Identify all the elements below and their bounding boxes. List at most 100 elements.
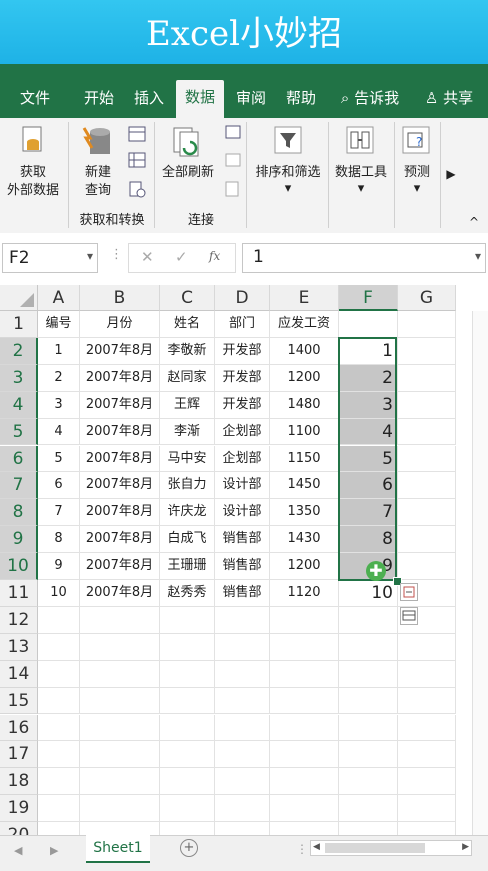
cell[interactable]: 部门 <box>215 311 270 338</box>
cell[interactable] <box>215 633 270 661</box>
cell[interactable] <box>38 633 80 661</box>
row-header-1[interactable]: 1 <box>0 311 38 338</box>
cell[interactable]: 2007年8月 <box>80 418 160 446</box>
cell[interactable]: 马中安 <box>160 445 215 473</box>
row-header-20[interactable]: 20 <box>0 822 38 835</box>
cell[interactable]: 李敬新 <box>160 337 215 365</box>
auto-fill-options-icon[interactable] <box>400 607 418 625</box>
edit-links-icon[interactable] <box>224 180 242 198</box>
cell[interactable]: 2 <box>38 364 80 392</box>
cell[interactable]: 2007年8月 <box>80 364 160 392</box>
cell[interactable]: 1450 <box>270 472 339 500</box>
cell[interactable]: 应发工资 <box>270 311 339 338</box>
cell[interactable] <box>398 445 456 473</box>
sheet-tab-sheet1[interactable]: Sheet1 <box>86 835 150 863</box>
cell[interactable] <box>215 714 270 742</box>
get-external-data-button[interactable]: 获取 外部数据 <box>0 118 66 210</box>
tab-file[interactable]: 文件 <box>10 84 60 118</box>
data-tools-button[interactable]: 数据工具 ▾ <box>330 118 392 210</box>
cell[interactable]: 李渐 <box>160 418 215 446</box>
cell[interactable] <box>398 391 456 419</box>
cell[interactable]: 企划部 <box>215 445 270 473</box>
cell[interactable] <box>339 768 398 796</box>
cell[interactable]: 张自力 <box>160 472 215 500</box>
row-header-9[interactable]: 9 <box>0 526 38 554</box>
cell[interactable] <box>270 741 339 769</box>
cell[interactable] <box>398 418 456 446</box>
cell[interactable] <box>270 687 339 715</box>
cell[interactable]: 9 <box>38 553 80 580</box>
cell[interactable]: 5 <box>38 445 80 473</box>
column-header-b[interactable]: B <box>80 285 160 311</box>
fx-icon[interactable]: fx <box>209 249 220 263</box>
row-header-16[interactable]: 16 <box>0 714 38 742</box>
cell[interactable]: 2007年8月 <box>80 391 160 419</box>
column-header-d[interactable]: D <box>215 285 270 311</box>
vertical-scrollbar[interactable] <box>472 311 488 835</box>
cell[interactable] <box>160 633 215 661</box>
cell[interactable]: 1480 <box>270 391 339 419</box>
cell[interactable] <box>215 687 270 715</box>
cell[interactable] <box>398 499 456 527</box>
cell[interactable]: 编号 <box>38 311 80 338</box>
cell[interactable]: 1200 <box>270 553 339 580</box>
cell[interactable] <box>339 606 398 634</box>
cell[interactable] <box>215 795 270 823</box>
cell[interactable]: 赵同家 <box>160 364 215 392</box>
forecast-button[interactable]: ? 预测 ▾ <box>396 118 438 210</box>
ribbon-scroll-right-icon[interactable]: ▶ <box>444 166 458 183</box>
cell[interactable]: 开发部 <box>215 337 270 365</box>
row-header-10[interactable]: 10 <box>0 553 38 580</box>
cell[interactable] <box>398 337 456 365</box>
cell[interactable] <box>339 633 398 661</box>
cell[interactable]: 2007年8月 <box>80 337 160 365</box>
cell[interactable] <box>160 606 215 634</box>
sort-filter-button[interactable]: 排序和筛选 ▾ <box>250 118 326 210</box>
cell[interactable]: 王珊珊 <box>160 553 215 580</box>
cell[interactable]: 1150 <box>270 445 339 473</box>
cell[interactable] <box>339 687 398 715</box>
cell[interactable] <box>160 660 215 688</box>
cell[interactable] <box>270 714 339 742</box>
refresh-all-button[interactable]: 全部刷新 <box>156 118 220 210</box>
cell[interactable]: 设计部 <box>215 499 270 527</box>
formula-input[interactable]: 1 ▾ <box>242 243 486 273</box>
share-button[interactable]: ♙ 共享 <box>416 84 482 118</box>
row-header-6[interactable]: 6 <box>0 445 38 473</box>
column-header-f[interactable]: F <box>339 285 398 311</box>
cell[interactable]: 1350 <box>270 499 339 527</box>
cell[interactable] <box>80 714 160 742</box>
row-header-18[interactable]: 18 <box>0 768 38 796</box>
cell[interactable]: 销售部 <box>215 526 270 554</box>
cell[interactable] <box>160 687 215 715</box>
cell[interactable] <box>398 741 456 769</box>
select-all-corner[interactable] <box>0 285 38 311</box>
row-header-17[interactable]: 17 <box>0 741 38 769</box>
row-header-2[interactable]: 2 <box>0 337 38 365</box>
cell[interactable]: 4 <box>38 418 80 446</box>
cell[interactable]: 1400 <box>270 337 339 365</box>
tab-insert[interactable]: 插入 <box>126 84 172 118</box>
cell[interactable]: 开发部 <box>215 391 270 419</box>
row-header-11[interactable]: 11 <box>0 580 38 607</box>
cell[interactable] <box>80 741 160 769</box>
cell[interactable] <box>398 633 456 661</box>
cell[interactable]: 开发部 <box>215 364 270 392</box>
cell[interactable] <box>398 795 456 823</box>
chevron-down-icon[interactable]: ▾ <box>475 249 481 263</box>
cell-f-value[interactable]: 10 <box>339 580 398 607</box>
quick-analysis-icon[interactable] <box>400 583 418 601</box>
cell[interactable] <box>215 660 270 688</box>
row-header-19[interactable]: 19 <box>0 795 38 823</box>
cell[interactable] <box>80 633 160 661</box>
cancel-icon[interactable]: ✕ <box>141 248 154 266</box>
scroll-right-icon[interactable]: ▶ <box>462 842 469 852</box>
properties-icon[interactable] <box>224 152 242 168</box>
cell[interactable] <box>339 311 398 338</box>
cell[interactable] <box>160 741 215 769</box>
cell[interactable]: 3 <box>38 391 80 419</box>
row-header-7[interactable]: 7 <box>0 472 38 500</box>
tab-data[interactable]: 数据 <box>176 80 224 118</box>
cell[interactable] <box>398 660 456 688</box>
tab-home[interactable]: 开始 <box>74 84 124 118</box>
